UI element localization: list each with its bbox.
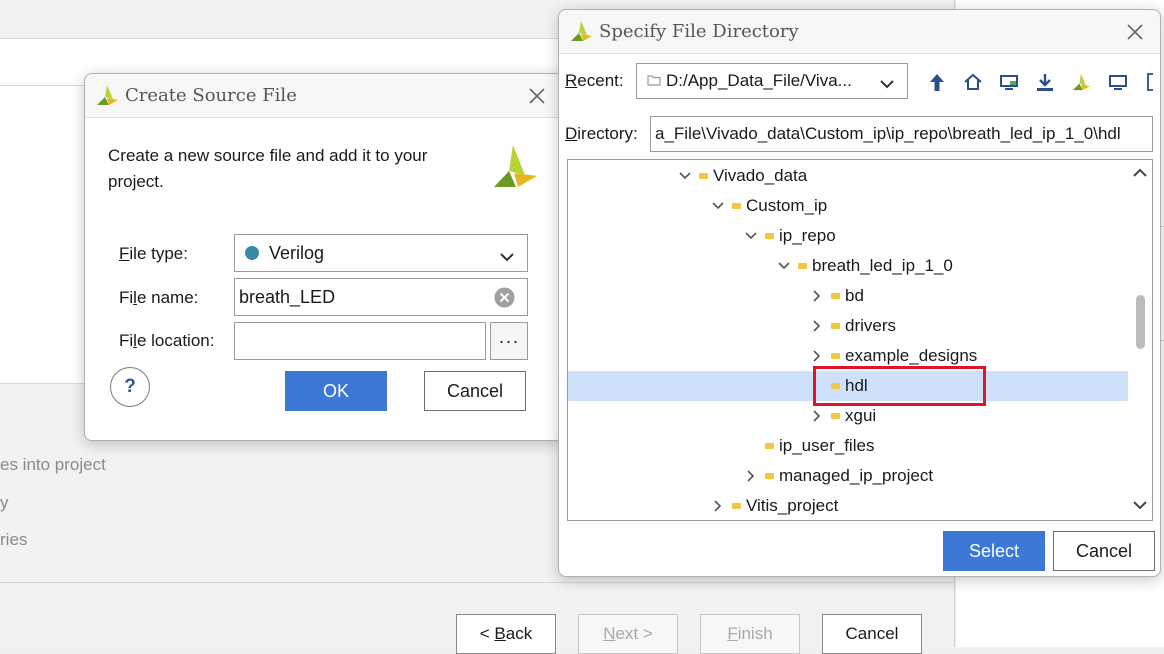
recent-select[interactable]: D:/App_Data_File/Viva... — [636, 63, 908, 99]
vivado-logo-icon — [492, 143, 538, 194]
create-source-file-dialog: Create Source File Create a new source f… — [84, 73, 564, 441]
chevron-right-icon[interactable] — [809, 348, 825, 364]
up-folder-icon[interactable] — [926, 71, 948, 93]
select-button[interactable]: Select — [943, 531, 1045, 571]
tree-node[interactable]: bd — [568, 281, 1130, 311]
file-name-input[interactable]: breath_LED — [234, 278, 528, 316]
recent-value: D:/App_Data_File/Viva... — [666, 71, 852, 90]
vivado-icon[interactable] — [1070, 71, 1092, 93]
scroll-down-icon[interactable] — [1132, 496, 1148, 516]
tree-node[interactable]: breath_led_ip_1_0 — [568, 251, 1130, 281]
directory-input[interactable]: a_File\Vivado_data\Custom_ip\ip_repo\bre… — [650, 116, 1153, 152]
chevron-right-icon[interactable] — [809, 288, 825, 304]
close-icon[interactable] — [523, 82, 551, 110]
wizard-cancel-button[interactable]: Cancel — [822, 614, 922, 654]
wizard-separator — [0, 582, 955, 583]
folder-icon — [765, 443, 774, 449]
scroll-up-icon[interactable] — [1132, 164, 1148, 184]
tree-node-label: Custom_ip — [746, 196, 828, 215]
wizard-option-copy-sources[interactable]: es into project — [0, 455, 106, 475]
file-name-value: breath_LED — [239, 286, 336, 307]
chevron-down-icon[interactable] — [743, 228, 759, 244]
tree-node-label: managed_ip_project — [779, 466, 934, 485]
folder-icon — [831, 353, 840, 359]
file-type-label: File type: — [119, 244, 188, 263]
file-location-input[interactable] — [234, 322, 486, 360]
chevron-down-icon[interactable] — [677, 168, 693, 184]
directory-label: Directory: — [565, 124, 638, 143]
tree-node-label: Vivado_data — [713, 166, 808, 185]
desktop-icon[interactable] — [998, 71, 1020, 93]
finish-button[interactable]: Finish — [700, 614, 800, 654]
dialog-title: Specify File Directory — [599, 21, 799, 42]
ok-button[interactable]: OK — [285, 371, 387, 411]
dialog-titlebar: Create Source File — [85, 74, 563, 118]
tree-node[interactable]: ip_user_files — [568, 431, 1130, 461]
tree-node[interactable]: Vivado_data — [568, 161, 1130, 191]
home-icon[interactable] — [962, 71, 984, 93]
folder-icon — [699, 173, 708, 179]
close-icon[interactable] — [1121, 18, 1149, 46]
tree-node[interactable]: Custom_ip — [568, 191, 1130, 221]
tree-node[interactable]: ip_repo — [568, 221, 1130, 251]
file-location-label: File location: — [119, 331, 215, 350]
dialog-message: Create a new source file and add it to y… — [108, 146, 428, 191]
file-name-label: File name: — [119, 288, 199, 307]
wizard-option-3[interactable]: ries — [0, 530, 27, 550]
tree-node[interactable]: drivers — [568, 311, 1130, 341]
browse-button[interactable]: ··· — [490, 322, 528, 360]
folder-icon — [831, 293, 840, 299]
folder-icon — [831, 413, 840, 419]
dialog-titlebar: Specify File Directory — [559, 10, 1160, 54]
file-type-value: Verilog — [269, 242, 325, 263]
verilog-dot-icon — [245, 246, 259, 260]
tree-node-label: breath_led_ip_1_0 — [812, 256, 953, 275]
help-button[interactable]: ? — [110, 367, 150, 407]
recent-label: Recent: — [565, 71, 624, 90]
chevron-down-icon[interactable] — [499, 247, 515, 268]
scrollbar-thumb[interactable] — [1136, 295, 1145, 349]
chevron-down-icon[interactable] — [776, 258, 792, 274]
tree-node-label: bd — [845, 286, 864, 305]
vertical-scrollbar[interactable] — [1128, 160, 1152, 520]
tree-node-label: Vitis_project — [746, 496, 839, 515]
bracket-icon[interactable] — [1142, 71, 1158, 93]
chevron-right-icon[interactable] — [809, 408, 825, 424]
download-icon[interactable] — [1034, 71, 1056, 93]
tree-node-label: xgui — [845, 406, 877, 425]
tree-node-label: ip_repo — [779, 226, 836, 245]
file-type-select[interactable]: Verilog — [234, 234, 528, 272]
folder-icon — [798, 263, 807, 269]
dir-cancel-button[interactable]: Cancel — [1053, 531, 1155, 571]
specify-file-directory-dialog: Specify File Directory Recent: D:/App_Da… — [558, 9, 1161, 577]
vivado-logo-icon — [569, 20, 593, 47]
folder-icon — [732, 503, 741, 509]
wizard-option-2[interactable]: y — [0, 493, 9, 513]
tree-node-label: ip_user_files — [779, 436, 875, 455]
folder-icon — [831, 323, 840, 329]
chevron-right-icon[interactable] — [809, 318, 825, 334]
tree-node[interactable]: managed_ip_project — [568, 461, 1130, 491]
selection-highlight-box — [813, 366, 986, 406]
chevron-down-icon[interactable] — [710, 198, 726, 214]
folder-icon — [732, 203, 741, 209]
folder-icon — [647, 71, 661, 91]
clear-icon[interactable] — [494, 287, 515, 313]
directory-tree: Vivado_data Custom_ip ip_repo breath_led_ip… — [567, 159, 1153, 521]
back-button[interactable]: < Back — [456, 614, 556, 654]
tree-node-label: drivers — [845, 316, 897, 335]
vivado-logo-icon — [95, 84, 119, 111]
chevron-right-icon[interactable] — [743, 468, 759, 484]
next-button[interactable]: Next > — [578, 614, 678, 654]
dialog-title: Create Source File — [125, 85, 297, 106]
cancel-button[interactable]: Cancel — [424, 371, 526, 411]
chevron-down-icon[interactable] — [879, 75, 895, 95]
folder-icon — [765, 473, 774, 479]
computer-icon[interactable] — [1107, 71, 1129, 93]
tree-node[interactable]: Vitis_project — [568, 491, 1130, 520]
folder-icon — [765, 233, 774, 239]
chevron-right-icon[interactable] — [710, 498, 726, 514]
tree-node-label: example_designs — [845, 346, 978, 365]
